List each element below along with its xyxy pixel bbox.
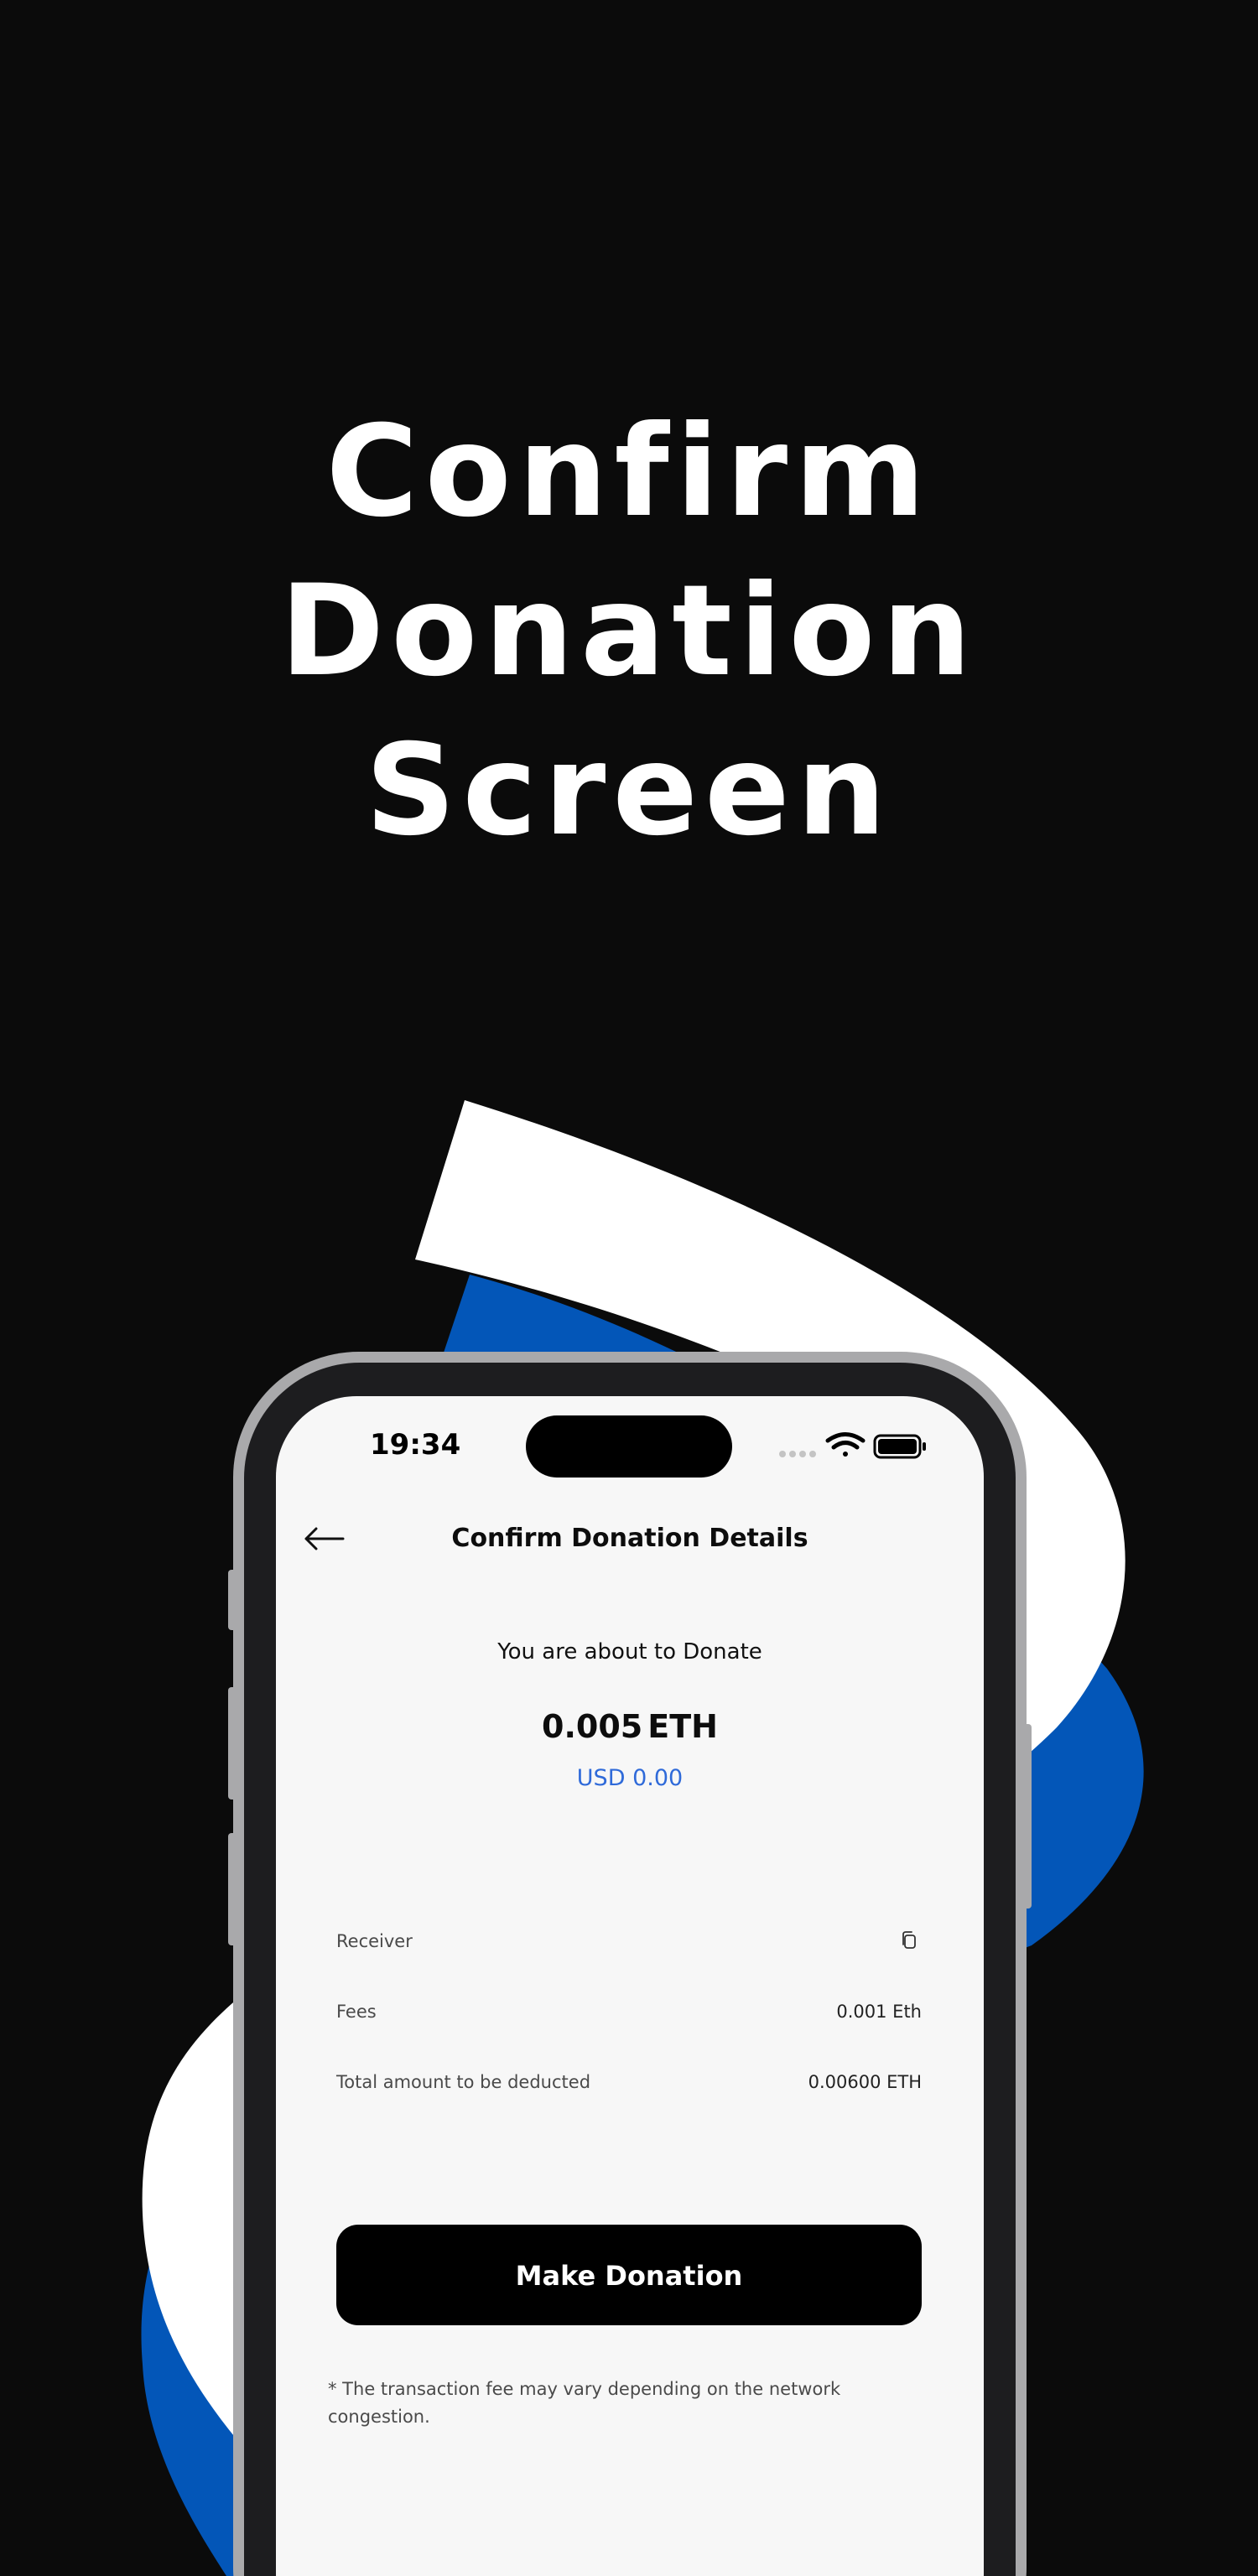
total-label: Total amount to be deducted <box>336 2072 591 2092</box>
make-donation-button[interactable]: Make Donation <box>336 2225 922 2325</box>
status-time: 19:34 <box>370 1428 461 1462</box>
promo-canvas: Confirm Donation Screen 19:34 Confirm Do… <box>0 0 1258 2576</box>
receiver-label: Receiver <box>336 1931 413 1951</box>
volume-up-button <box>228 1687 237 1800</box>
battery-icon <box>873 1434 926 1459</box>
volume-down-button <box>228 1833 237 1945</box>
hero-title-line: Donation <box>279 558 979 704</box>
wifi-icon <box>825 1432 866 1457</box>
hero-title-line: Confirm <box>325 399 933 545</box>
receiver-row: Receiver <box>336 1926 922 1956</box>
donation-amount-unit: ETH <box>647 1708 718 1745</box>
phone-screen: 19:34 Confirm Donation Details You are a… <box>276 1396 984 2576</box>
power-button <box>1023 1724 1032 1909</box>
donation-amount: 0.005 ETH <box>276 1708 984 1745</box>
hero-title-line: Screen <box>365 718 893 864</box>
donation-intro-text: You are about to Donate <box>497 1639 762 1665</box>
total-value: 0.00600 ETH <box>808 2072 922 2092</box>
donation-amount-value: 0.005 <box>542 1708 643 1745</box>
page-title: Confirm Donation Details <box>451 1524 808 1553</box>
total-row: Total amount to be deducted 0.00600 ETH <box>336 2067 922 2097</box>
hero-title: Confirm Donation Screen <box>0 392 1258 870</box>
fees-row: Fees 0.001 Eth <box>336 1997 922 2027</box>
fee-disclaimer: * The transaction fee may vary depending… <box>328 2379 841 2427</box>
fees-label: Fees <box>336 2002 377 2022</box>
usd-equivalent: USD 0.00 <box>576 1765 684 1791</box>
cellular-dots-icon <box>779 1451 816 1457</box>
dynamic-island <box>526 1415 732 1478</box>
copy-icon[interactable] <box>898 1929 920 1951</box>
fees-value: 0.001 Eth <box>836 2002 922 2022</box>
status-icons <box>779 1432 926 1459</box>
action-button <box>228 1570 237 1630</box>
